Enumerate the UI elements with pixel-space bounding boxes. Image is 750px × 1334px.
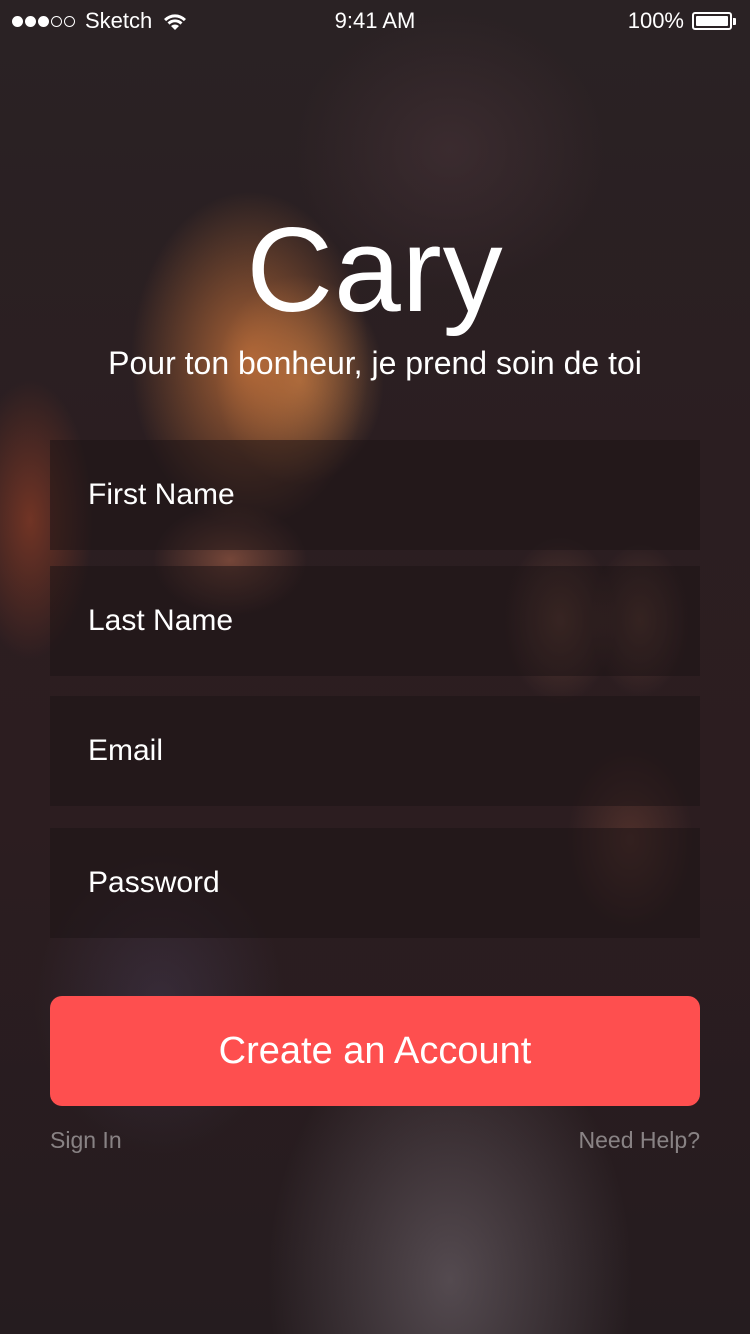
sign-up-screen: Sketch 9:41 AM 100% Cary Pour ton bonheu… [0, 0, 750, 1334]
status-right: 100% [628, 8, 738, 34]
app-title: Cary [246, 203, 504, 337]
battery-fill [696, 16, 728, 26]
app-tagline: Pour ton bonheur, je prend soin de toi [108, 345, 642, 381]
battery-icon [692, 11, 738, 31]
sign-in-link[interactable]: Sign In [50, 1124, 122, 1156]
password-field[interactable] [50, 828, 700, 938]
first-name-field[interactable] [50, 440, 700, 550]
status-bar: Sketch 9:41 AM 100% [0, 0, 750, 40]
battery-tip [733, 17, 736, 25]
password-input[interactable] [88, 866, 700, 900]
email-field[interactable] [50, 696, 700, 806]
create-account-button[interactable]: Create an Account [50, 996, 700, 1106]
need-help-link[interactable]: Need Help? [579, 1124, 700, 1156]
email-input[interactable] [88, 734, 700, 768]
last-name-field[interactable] [50, 566, 700, 676]
battery-percentage: 100% [627, 8, 684, 33]
battery-body [692, 12, 732, 30]
last-name-input[interactable] [88, 604, 700, 638]
first-name-input[interactable] [88, 478, 700, 512]
